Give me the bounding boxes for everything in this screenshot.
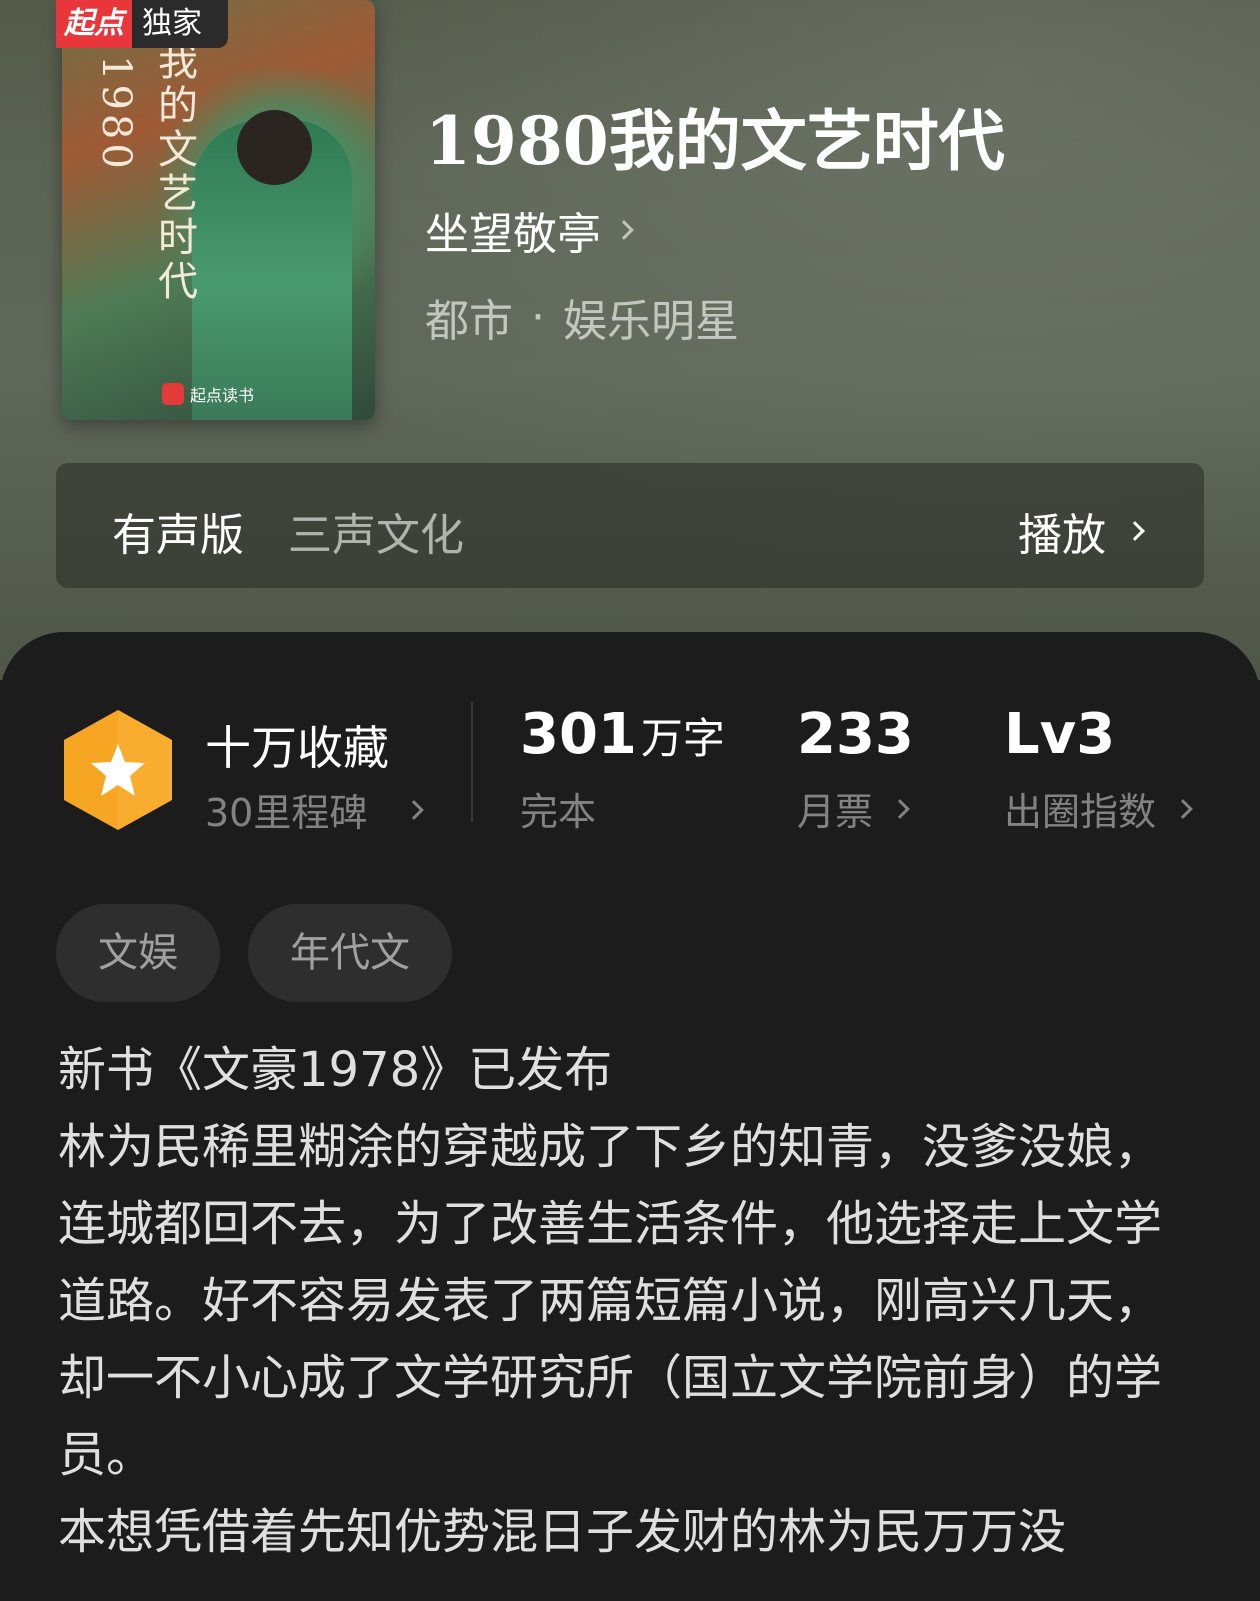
collect-title: 十万收藏 — [205, 721, 389, 775]
chevron-right-icon — [1125, 521, 1145, 541]
description-paragraph: 林为民稀里糊涂的穿越成了下乡的知青，没爹没娘，连城都回不去，为了改善生活条件，他… — [58, 1119, 1163, 1483]
popularity-index-stat[interactable]: Lv3 出圈指数 — [1004, 702, 1193, 836]
cover-title-number: 1980 — [93, 55, 139, 173]
cover-figure-head — [237, 110, 312, 185]
tag-chip[interactable]: 年代文 — [248, 904, 452, 1002]
chevron-right-icon — [890, 798, 910, 819]
milestone-link[interactable]: 30里程碑 — [205, 782, 425, 837]
description-paragraph: 本想凭借着先知优势混日子发财的林为民万万没 — [58, 1504, 1067, 1560]
exclusive-brand: 起点 — [56, 0, 132, 48]
cover-title-text: 我的文艺时代 — [151, 40, 197, 304]
genre-separator: · — [531, 291, 545, 343]
author-link[interactable]: 坐望敬亭 — [425, 198, 634, 262]
word-count-value: 301 — [520, 702, 637, 767]
play-label: 播放 — [1018, 510, 1106, 561]
description-paragraph: 新书《文豪1978》已发布 — [58, 1042, 613, 1098]
publisher-logo-icon — [162, 383, 184, 405]
tag-chip[interactable]: 文娱 — [56, 904, 220, 1002]
author-name: 坐望敬亭 — [425, 209, 601, 260]
chevron-right-icon — [404, 799, 425, 820]
popularity-index-label: 出圈指数 — [1004, 790, 1157, 834]
cover-publisher-label: 起点读书 — [190, 386, 255, 405]
genre-main: 都市 — [425, 296, 513, 347]
audio-label: 有声版 — [112, 510, 244, 561]
audio-studio: 三声文化 — [288, 510, 464, 561]
exclusive-badge: 起点 独家 — [56, 0, 228, 48]
monthly-votes-label: 月票 — [797, 790, 874, 834]
milestone-star-badge-icon — [64, 710, 172, 830]
book-description[interactable]: 新书《文豪1978》已发布 林为民稀里糊涂的穿越成了下乡的知青，没爹没娘，连城都… — [58, 1032, 1208, 1571]
book-cover[interactable]: 1980 我的文艺时代 起点读书 — [62, 0, 375, 420]
genre-line: 都市 · 娱乐明星 — [425, 285, 739, 349]
exclusive-label: 独家 — [132, 0, 228, 48]
book-detail-panel: 十万收藏 30里程碑 301 万字 完本 233 月票 Lv3 出圈指数 文娱 … — [0, 632, 1260, 1601]
chevron-right-icon — [614, 220, 634, 240]
genre-sub: 娱乐明星 — [563, 296, 739, 347]
book-title: 1980我的文艺时代 — [425, 102, 1005, 180]
monthly-votes-stat[interactable]: 233 月票 — [797, 702, 914, 836]
stats-divider — [471, 702, 473, 822]
word-count-unit: 万字 — [640, 714, 725, 763]
milestone-label: 30里程碑 — [205, 791, 368, 835]
popularity-level: Lv3 — [1004, 702, 1116, 767]
completion-status: 完本 — [520, 790, 597, 834]
play-button[interactable]: 播放 — [1018, 499, 1145, 563]
monthly-votes-value: 233 — [797, 702, 914, 767]
tag-list: 文娱 年代文 — [56, 904, 452, 1002]
cover-publisher: 起点读书 — [162, 382, 254, 406]
chevron-right-icon — [1173, 798, 1193, 819]
audio-version-bar[interactable]: 有声版 三声文化 播放 — [56, 463, 1204, 588]
word-count-stat: 301 万字 完本 — [520, 702, 725, 836]
